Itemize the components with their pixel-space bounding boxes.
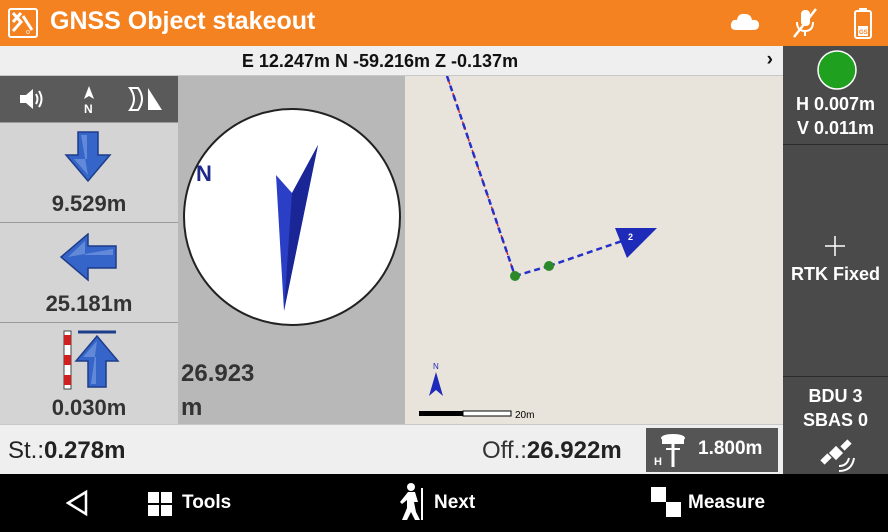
down-distance-value: 9.529m — [51, 191, 127, 216]
satellite-icon[interactable] — [817, 434, 857, 474]
speaker-icon[interactable] — [10, 80, 54, 118]
next-label: Next — [434, 492, 476, 513]
grid-icon — [148, 492, 172, 516]
svg-text:H: H — [654, 456, 662, 468]
stakeout-mode-icon[interactable] — [124, 80, 168, 118]
station-value: 0.278m — [44, 437, 126, 464]
microphone-muted-icon[interactable] — [788, 6, 822, 40]
antenna-height-value: 1.800m — [698, 438, 763, 459]
chevron-right-icon[interactable]: › — [767, 49, 773, 71]
stakeout-toolbar: N — [0, 76, 178, 122]
antenna-height-button[interactable]: H 1.800m — [646, 428, 778, 472]
measure-icon — [651, 487, 681, 517]
stakeout-point[interactable] — [510, 271, 520, 281]
bdu-satellite-count: BDU 3 — [808, 386, 863, 406]
info-bar: St.:0.278m Off.:26.922m H 1.800m — [0, 424, 783, 474]
scale-bar-label: 20m — [515, 410, 534, 421]
arrow-up-icon — [63, 330, 120, 390]
fix-status-indicator — [817, 50, 857, 90]
distance-to-target: 26.923 — [181, 360, 255, 387]
coordinate-bar[interactable]: E 12.247m N -59.216m Z -0.137m › — [0, 46, 783, 76]
app-logo-icon: o — [8, 8, 38, 38]
station-info: St.:0.278m — [8, 437, 125, 465]
map-north-label: N — [433, 362, 439, 371]
tools-label: Tools — [182, 492, 232, 513]
compass-dial: N — [183, 108, 401, 326]
svg-text:N: N — [84, 102, 93, 116]
title-bar: o GNSS Object stakeout GS — [0, 0, 888, 46]
next-button[interactable]: Next — [396, 482, 506, 522]
svg-text:o: o — [26, 29, 30, 36]
north-arrow-icon[interactable]: N — [68, 80, 112, 118]
tools-button[interactable]: Tools — [146, 488, 256, 520]
offset-value: 26.922m — [526, 437, 622, 464]
walking-person-icon — [400, 483, 423, 520]
cloud-icon[interactable] — [728, 6, 762, 40]
svg-text:GS: GS — [859, 30, 868, 36]
station-label: St.: — [8, 437, 45, 464]
back-icon[interactable] — [62, 488, 92, 518]
scale-bar — [419, 411, 463, 416]
height-difference-cell: 0.030m — [0, 322, 178, 424]
offset-info: Off.:26.922m — [482, 437, 622, 465]
battery-icon: GS — [846, 6, 880, 40]
crosshair-icon — [825, 236, 845, 256]
vertical-precision: V 0.011m — [796, 118, 875, 138]
down-distance-cell: 9.529m — [0, 122, 178, 222]
stakeout-map[interactable]: 2 N 20m — [405, 76, 783, 424]
stakeout-point[interactable] — [544, 261, 554, 271]
current-coordinates: E 12.247m N -59.216m Z -0.137m — [241, 51, 519, 71]
sbas-satellite-count: SBAS 0 — [802, 410, 869, 430]
distance-unit: m — [181, 394, 203, 421]
current-position-icon — [615, 228, 657, 258]
offset-label: Off.: — [482, 437, 527, 464]
rtk-fix-status: RTK Fixed — [790, 264, 880, 284]
map-view[interactable]: 2 N 20m — [405, 76, 783, 424]
antenna-icon: H — [654, 434, 685, 468]
bottom-navigation: Tools Next Measure — [0, 474, 888, 532]
horizontal-precision: H 0.007m — [795, 94, 876, 114]
map-north-icon — [429, 372, 443, 396]
measure-label: Measure — [688, 492, 766, 513]
left-distance-value: 25.181m — [45, 291, 133, 316]
measure-button[interactable]: Measure — [650, 484, 780, 520]
navigation-panel: N 9.529m 25.181m 0.030m — [0, 76, 178, 424]
height-difference-value: 0.030m — [51, 395, 127, 420]
status-panel: H 0.007m V 0.011m RTK Fixed BDU 3 SBAS 0 — [783, 46, 888, 486]
app-title: GNSS Object stakeout — [50, 7, 316, 35]
arrow-down-icon — [64, 131, 112, 183]
arrow-left-icon — [59, 233, 117, 282]
left-distance-cell: 25.181m — [0, 222, 178, 322]
compass-north-label: N — [196, 161, 212, 186]
svg-text:2: 2 — [628, 232, 633, 242]
